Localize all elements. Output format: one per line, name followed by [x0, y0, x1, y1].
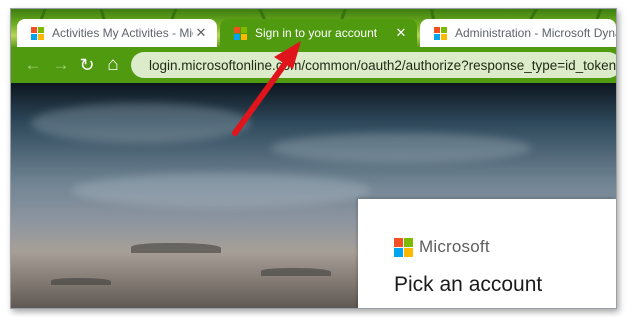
annotation-arrow-icon	[232, 41, 301, 136]
screenshot-frame: Activities My Activities - Microsof ✕ Si…	[10, 8, 617, 309]
